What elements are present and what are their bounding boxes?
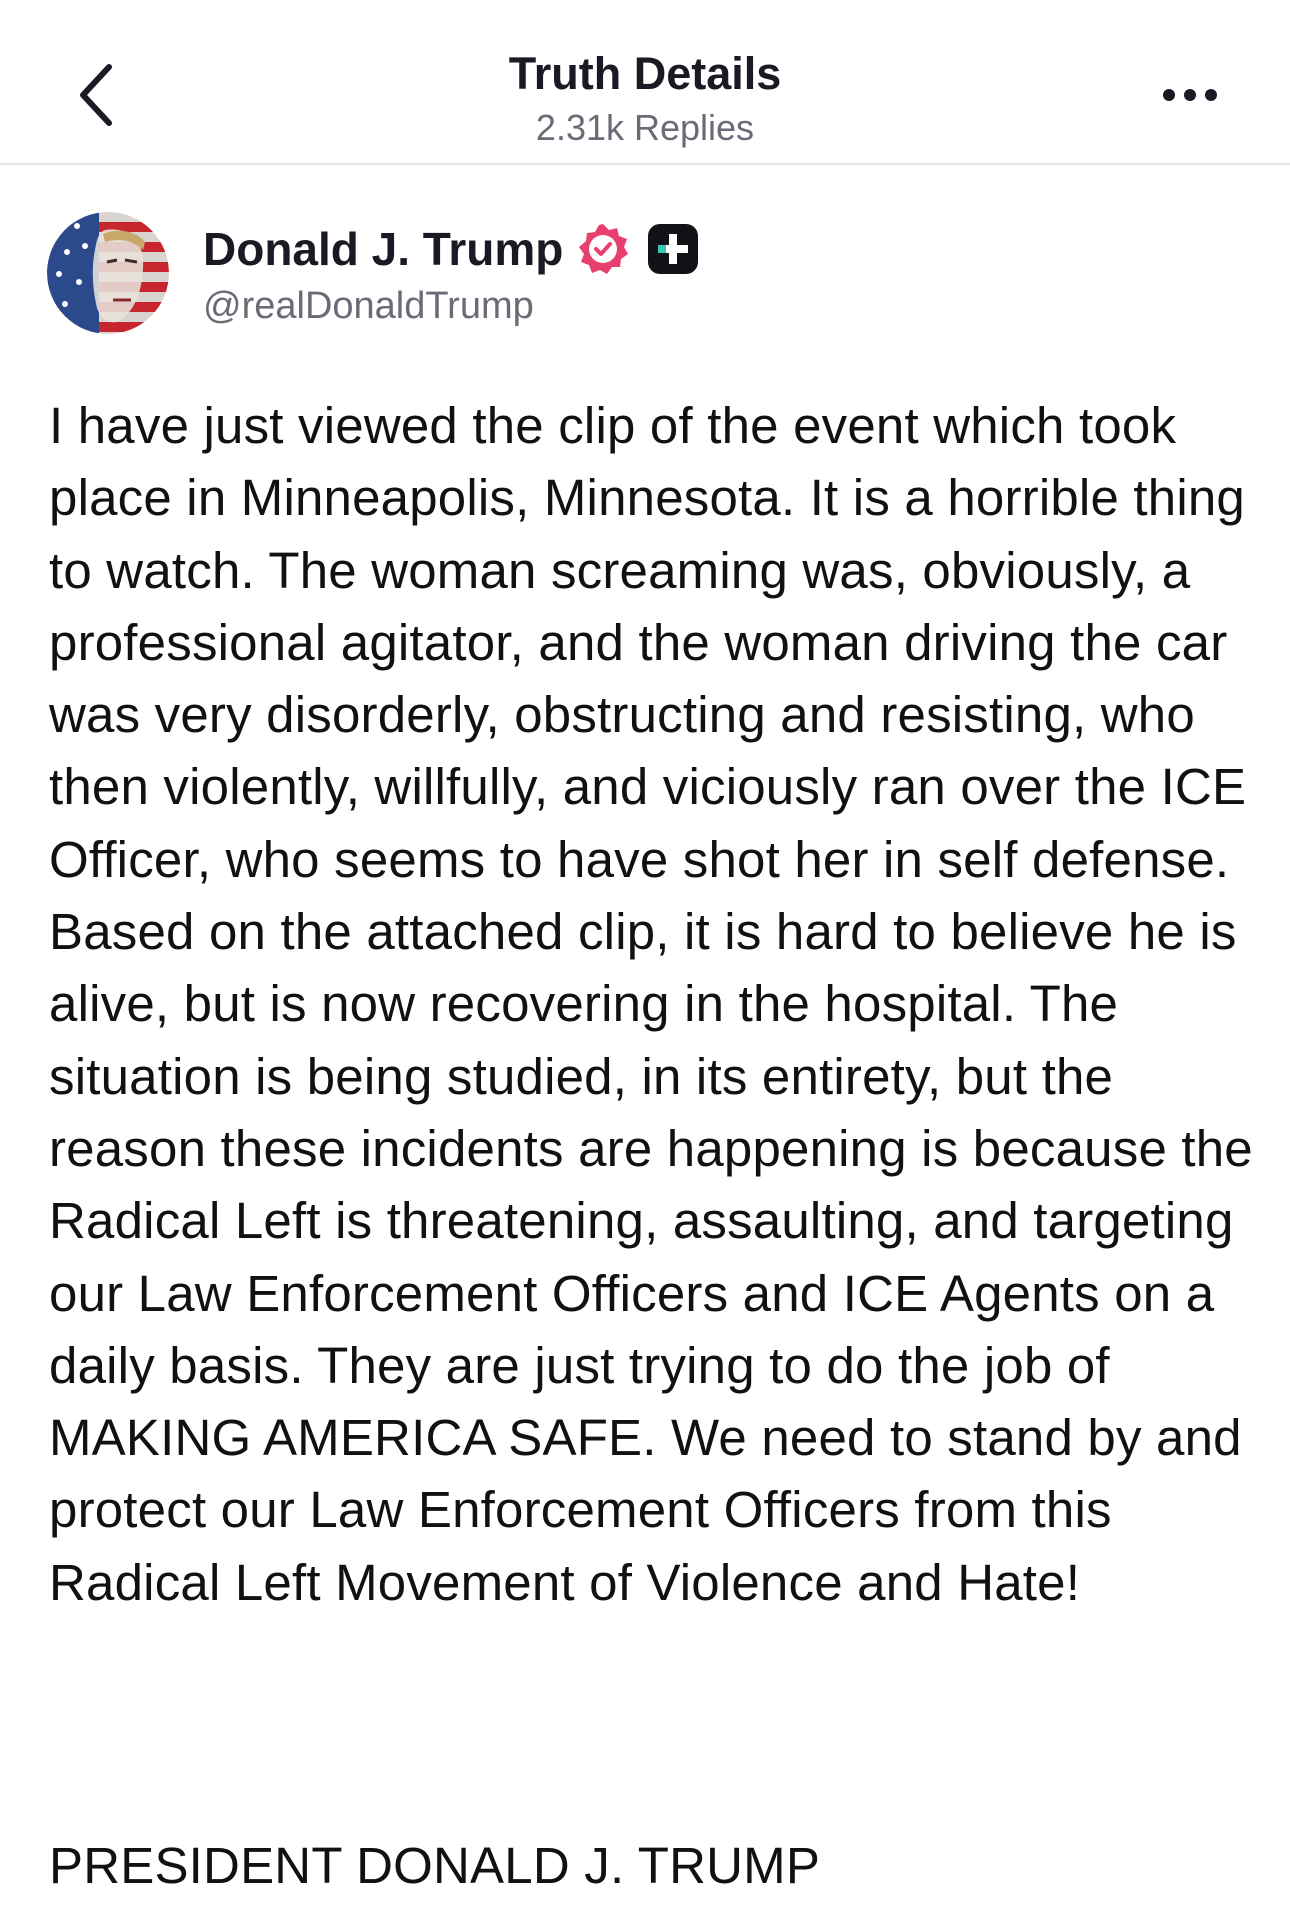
post-author-header: Donald J. Trump @realDonaldTrump: [47, 210, 701, 335]
post-body-text: I have just viewed the clip of the event…: [49, 397, 1253, 1611]
more-horizontal-icon: [1205, 89, 1217, 101]
page-title: Truth Details: [508, 48, 782, 99]
avatar[interactable]: [47, 211, 169, 334]
author-name-line: Donald J. Trump: [203, 217, 701, 281]
post-signature: PRESIDENT DONALD J. TRUMP: [49, 1837, 821, 1894]
chevron-left-icon: [80, 64, 112, 126]
more-horizontal-icon: [1184, 89, 1196, 101]
author-info: Donald J. Trump @realDonaldTrump: [203, 217, 701, 328]
more-options-button[interactable]: [1145, 65, 1235, 125]
truth-details-screen: Truth Details 2.31k Replies Donald J. Tr…: [0, 0, 1290, 1916]
author-display-name[interactable]: Donald J. Trump: [203, 222, 563, 276]
back-button[interactable]: [55, 55, 135, 135]
replies-count: 2.31k Replies: [535, 107, 755, 148]
truth-plus-badge-icon: [645, 221, 701, 277]
header-title-block: Truth Details 2.31k Replies: [345, 44, 945, 152]
more-horizontal-icon: [1163, 89, 1175, 101]
top-navigation-bar: Truth Details 2.31k Replies: [0, 0, 1290, 165]
author-handle[interactable]: @realDonaldTrump: [203, 285, 701, 328]
verified-badge-icon: [575, 221, 631, 277]
avatar-image: [47, 211, 169, 334]
